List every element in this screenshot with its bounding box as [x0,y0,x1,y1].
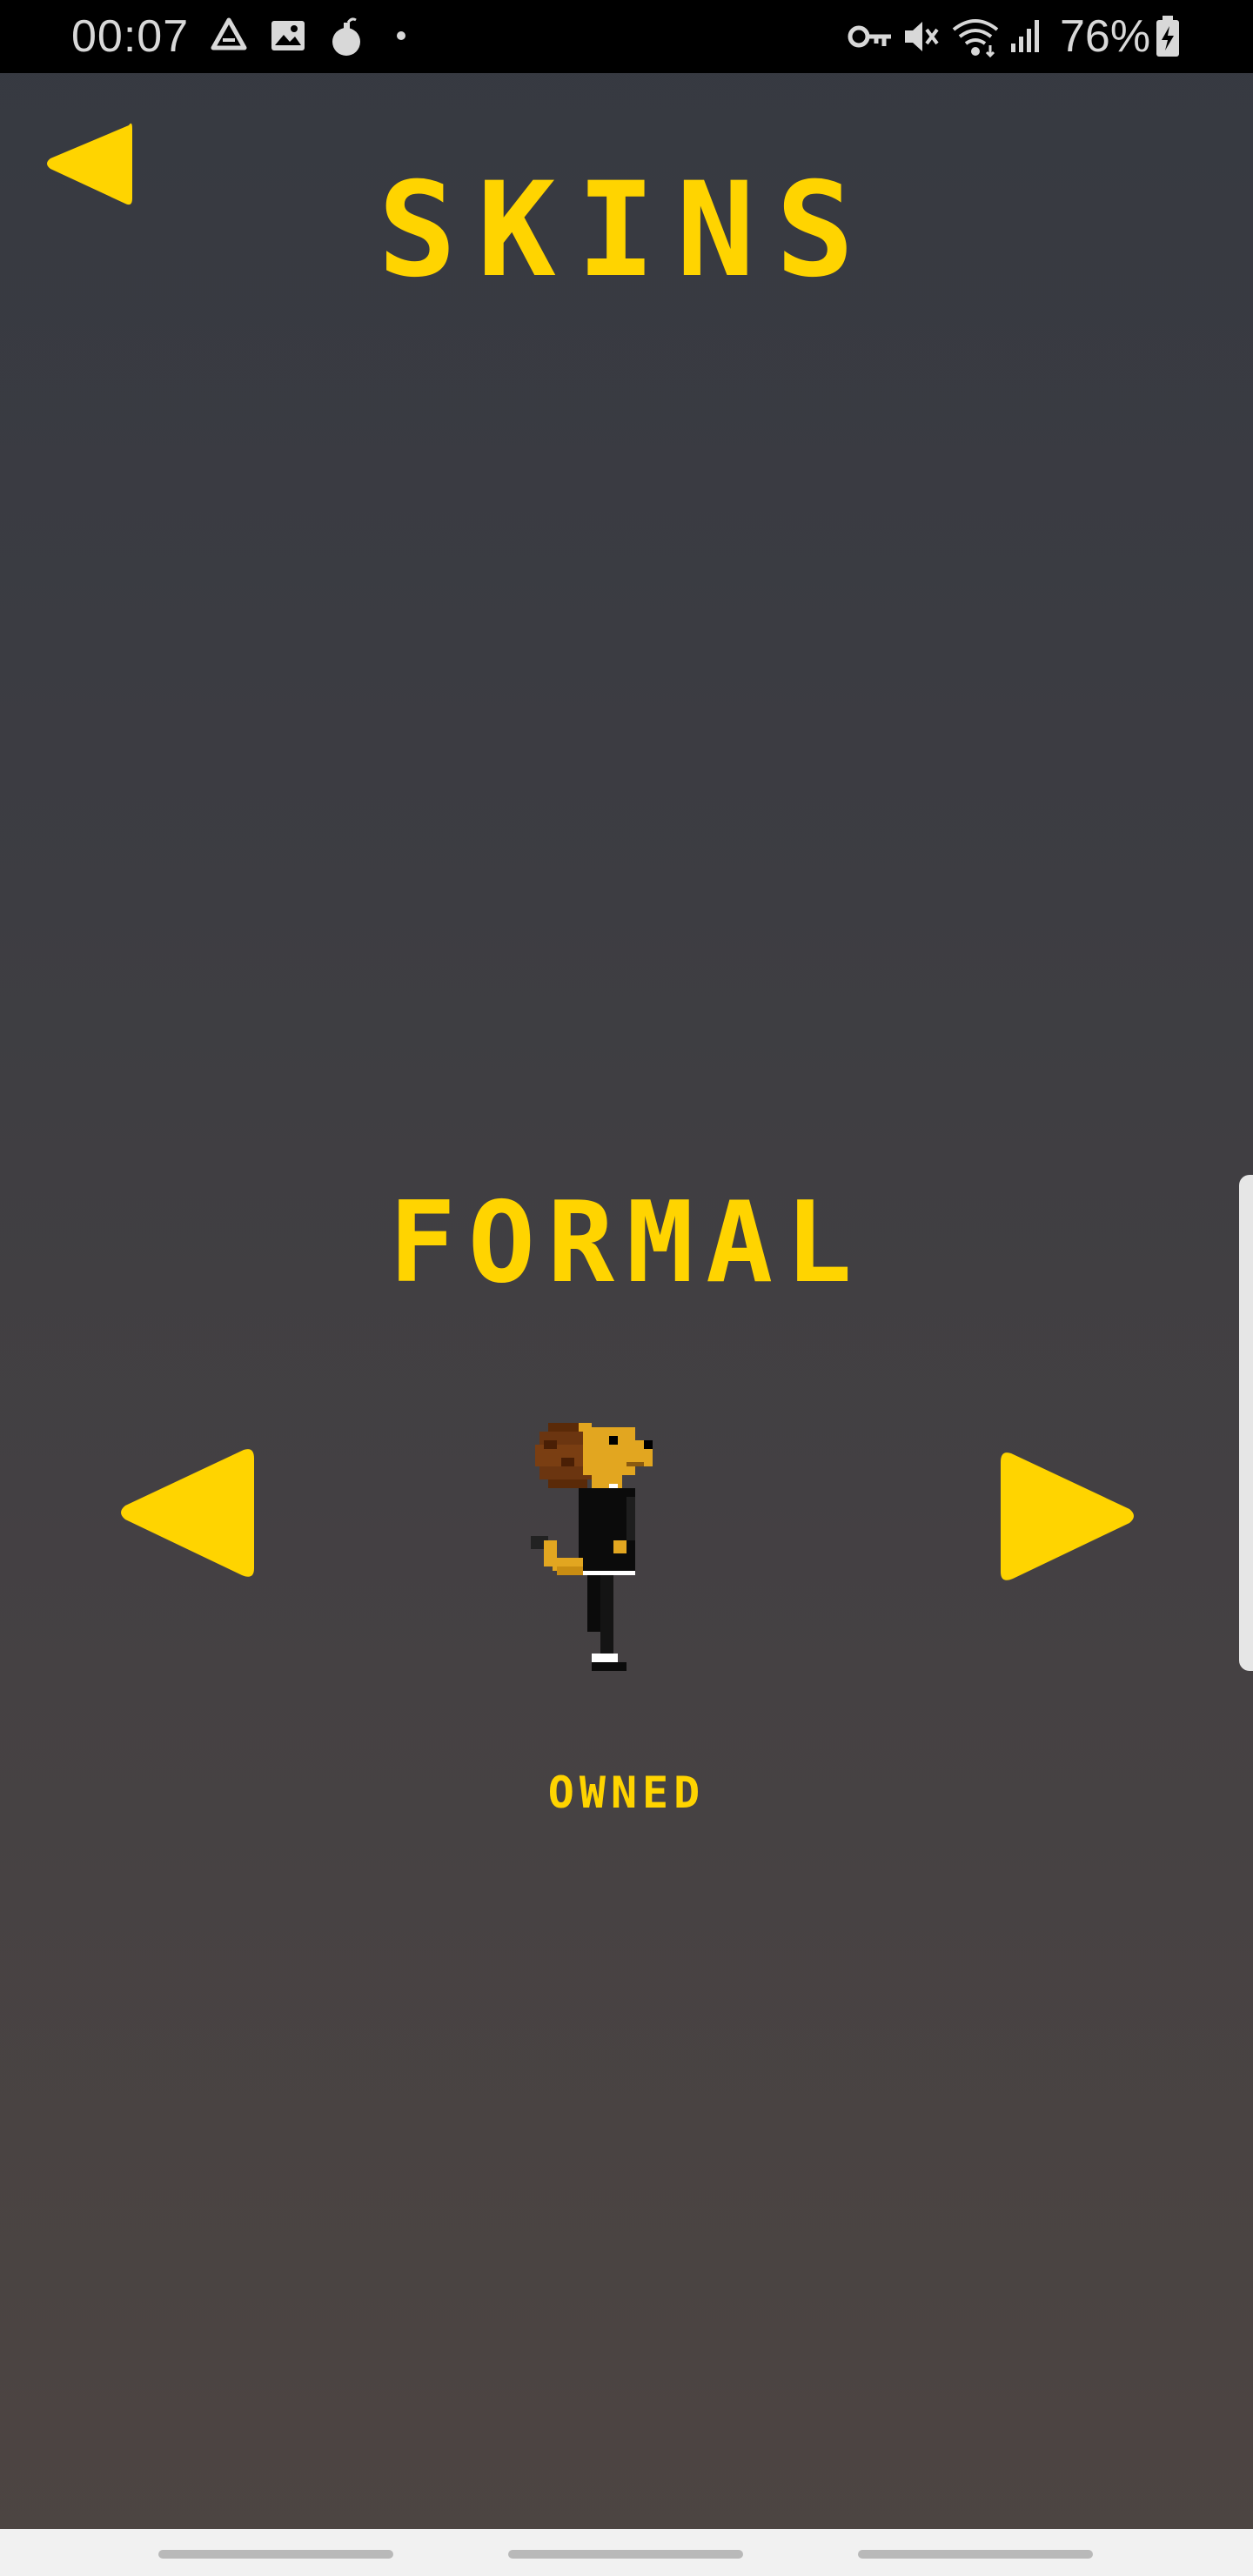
dot-icon [397,31,405,40]
image-icon [271,21,305,50]
previous-skin-button[interactable] [115,1443,258,1582]
vpn-key-icon [848,25,891,48]
nav-recents-button[interactable] [158,2550,393,2559]
skin-name: FORMAL [388,1178,865,1308]
skin-owned-status: OWNED [547,1768,706,1818]
nav-home-button[interactable] [508,2550,743,2559]
status-time: 00:07 [71,11,190,62]
battery-percentage: 76% [1060,11,1151,62]
next-skin-button[interactable] [997,1446,1140,1586]
system-navigation-bar [0,2529,1253,2576]
page-title: SKINS [378,155,875,306]
mute-icon [905,22,939,51]
nav-back-button[interactable] [858,2550,1093,2559]
skin-preview-character [531,1423,653,1671]
bomb-icon [332,17,360,56]
battery-charging-icon [1156,16,1179,57]
wifi-icon [952,19,999,58]
previous-skin-icon [121,1449,254,1577]
signal-icon [1011,20,1039,52]
next-skin-icon [1001,1452,1134,1580]
status-bar: 00:07 76% [0,0,1253,73]
drive-icon [211,17,247,50]
edge-panel-handle[interactable] [1239,1175,1253,1671]
